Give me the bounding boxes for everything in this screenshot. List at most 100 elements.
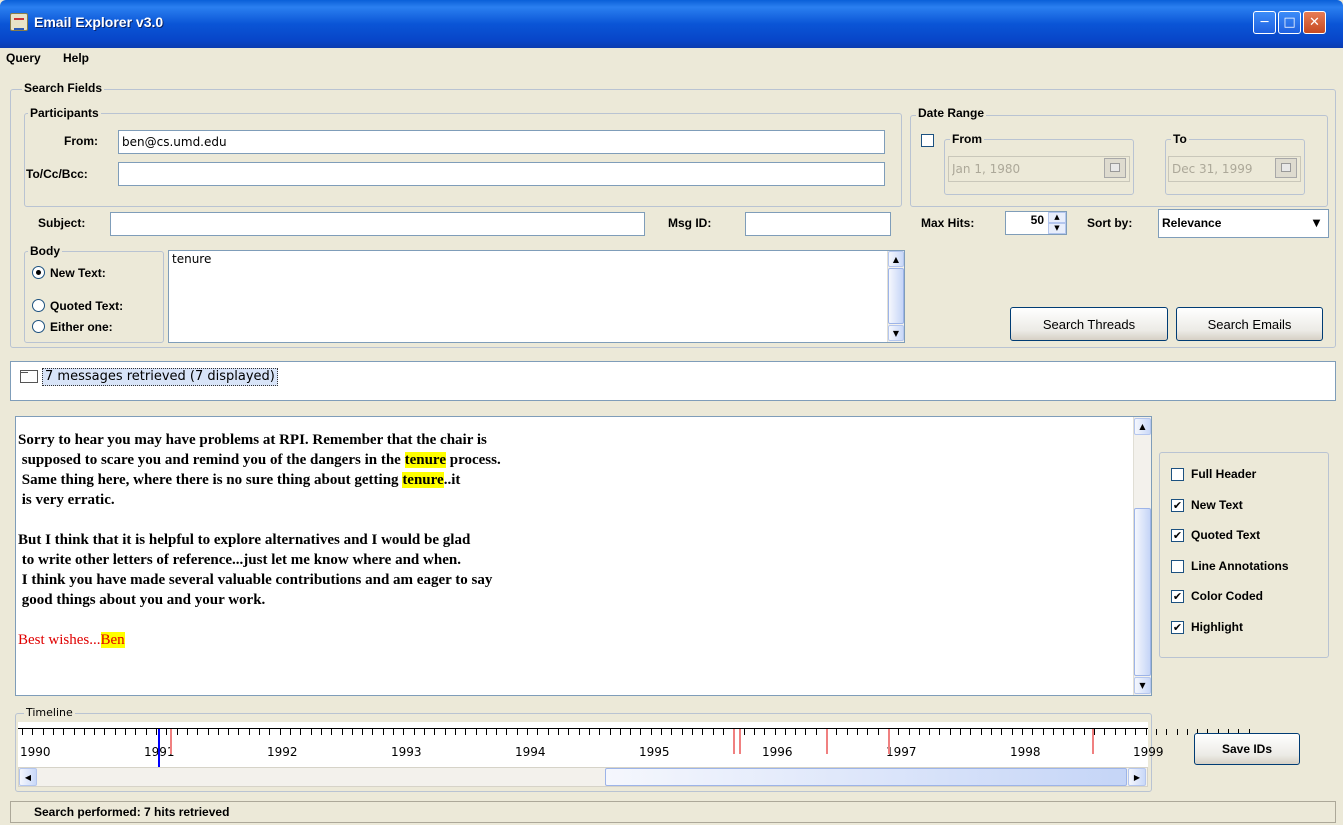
timeline-hit-marker[interactable] <box>888 729 890 754</box>
timeline-tick <box>104 729 105 735</box>
close-button[interactable]: ✕ <box>1303 11 1326 34</box>
scroll-up-icon[interactable]: ▲ <box>1134 418 1151 435</box>
date-to-legend: To <box>1171 132 1189 146</box>
timeline-tick <box>816 729 817 735</box>
date-from-input[interactable] <box>948 156 1130 182</box>
timeline-year-label: 1995 <box>639 745 670 759</box>
timeline-tick <box>671 729 672 735</box>
sort-by-select[interactable]: Relevance <box>1158 209 1329 238</box>
timeline-tick <box>558 729 559 735</box>
timeline-tick <box>640 729 641 735</box>
timeline-legend: Timeline <box>24 706 75 719</box>
search-term-highlight: tenure <box>402 472 444 488</box>
timeline-tick <box>465 729 466 735</box>
java-app-icon <box>10 13 28 31</box>
timeline-tick <box>867 729 868 735</box>
either-one-radio[interactable] <box>32 320 45 333</box>
timeline-tick <box>403 729 404 735</box>
scroll-left-icon[interactable]: ◀ <box>19 768 37 786</box>
scroll-down-icon[interactable]: ▼ <box>1134 677 1151 694</box>
from-label: From: <box>64 134 98 148</box>
sort-by-label: Sort by: <box>1087 216 1133 230</box>
timeline-tick <box>22 729 23 735</box>
from-input[interactable] <box>118 130 885 154</box>
timeline-tick <box>939 729 940 735</box>
timeline-hit-marker[interactable] <box>1092 729 1094 754</box>
timeline-tick <box>455 729 456 735</box>
timeline-hit-marker[interactable] <box>170 729 172 754</box>
option-checkbox-line-annotations[interactable] <box>1171 559 1184 573</box>
save-ids-button[interactable]: Save IDs <box>1194 733 1300 765</box>
body-text: tenure <box>172 252 212 266</box>
title-bar[interactable] <box>0 0 1343 48</box>
message-scroll-thumb[interactable] <box>1134 508 1151 676</box>
spinner-up-button[interactable]: ▲ <box>1048 212 1066 223</box>
timeline-tick <box>754 729 755 735</box>
subject-input[interactable] <box>110 212 645 236</box>
minimize-button[interactable]: ─ <box>1253 11 1276 34</box>
timeline-tick <box>929 729 930 735</box>
scroll-down-icon[interactable]: ▼ <box>888 325 904 341</box>
timeline-tick <box>74 729 75 735</box>
timeline-tick <box>32 729 33 735</box>
timeline-tick <box>898 729 899 735</box>
timeline-tick <box>589 729 590 735</box>
timeline-tick <box>362 729 363 735</box>
display-options-panel <box>1159 452 1329 658</box>
body-scroll-thumb[interactable] <box>888 268 904 324</box>
timeline-hit-marker[interactable] <box>826 729 828 754</box>
timeline-tick <box>1177 729 1178 735</box>
option-checkbox-color-coded[interactable]: ✔ <box>1171 590 1184 604</box>
timeline-tick <box>383 729 384 735</box>
timeline-tick <box>146 729 147 735</box>
timeline-year-label: 1993 <box>391 745 422 759</box>
timeline-tick <box>218 729 219 735</box>
timeline-scroll-thumb[interactable] <box>605 768 1127 786</box>
maximize-button[interactable]: □ <box>1278 11 1301 34</box>
option-checkbox-highlight[interactable]: ✔ <box>1171 621 1184 634</box>
menu-help[interactable]: Help <box>63 51 89 65</box>
timeline-year-label: 1998 <box>1010 745 1041 759</box>
timeline-tick <box>290 729 291 735</box>
search-threads-button[interactable]: Search Threads <box>1010 307 1168 341</box>
timeline-tick <box>878 729 879 735</box>
quoted-text-radio[interactable] <box>32 299 45 312</box>
date-from-calendar-button[interactable] <box>1104 158 1126 178</box>
timeline-tick <box>156 729 157 735</box>
scroll-right-icon[interactable]: ▶ <box>1128 768 1146 786</box>
timeline-tick <box>579 729 580 735</box>
results-summary[interactable]: 7 messages retrieved (7 displayed) <box>42 368 278 386</box>
timeline-tick <box>713 729 714 735</box>
timeline-hit-marker[interactable] <box>739 729 741 754</box>
timeline-tick <box>496 729 497 735</box>
to-cc-bcc-input[interactable] <box>118 162 885 186</box>
new-text-radio[interactable] <box>32 266 45 279</box>
timeline-tick <box>342 729 343 735</box>
timeline-year-label: 1992 <box>267 745 298 759</box>
timeline-tick <box>682 729 683 735</box>
option-checkbox-new-text[interactable]: ✔ <box>1171 498 1184 512</box>
timeline-selected-marker[interactable] <box>158 729 160 767</box>
timeline-tick <box>166 729 167 735</box>
scroll-up-icon[interactable]: ▲ <box>888 251 904 267</box>
date-to-calendar-button[interactable] <box>1275 158 1297 178</box>
timeline-tick <box>476 729 477 735</box>
timeline-tick <box>568 729 569 735</box>
option-checkbox-full-header[interactable] <box>1171 468 1184 481</box>
timeline-tick <box>135 729 136 735</box>
timeline-hit-marker[interactable] <box>733 729 735 754</box>
search-emails-button[interactable]: Search Emails <box>1176 307 1323 341</box>
date-range-legend: Date Range <box>916 106 987 120</box>
timeline-year-label: 1997 <box>886 745 917 759</box>
date-range-checkbox[interactable] <box>921 134 934 147</box>
msg-id-input[interactable] <box>745 212 891 236</box>
new-text-label: New Text: <box>50 266 106 280</box>
timeline-tick <box>1094 729 1095 735</box>
calendar-icon <box>1281 163 1291 172</box>
chevron-down-icon[interactable]: ▼ <box>1306 211 1327 236</box>
menu-query[interactable]: Query <box>6 51 41 65</box>
spinner-down-button[interactable]: ▼ <box>1048 223 1066 234</box>
body-textarea[interactable]: tenure <box>168 250 905 343</box>
option-checkbox-quoted-text[interactable]: ✔ <box>1171 529 1184 543</box>
subject-label: Subject: <box>38 216 86 230</box>
